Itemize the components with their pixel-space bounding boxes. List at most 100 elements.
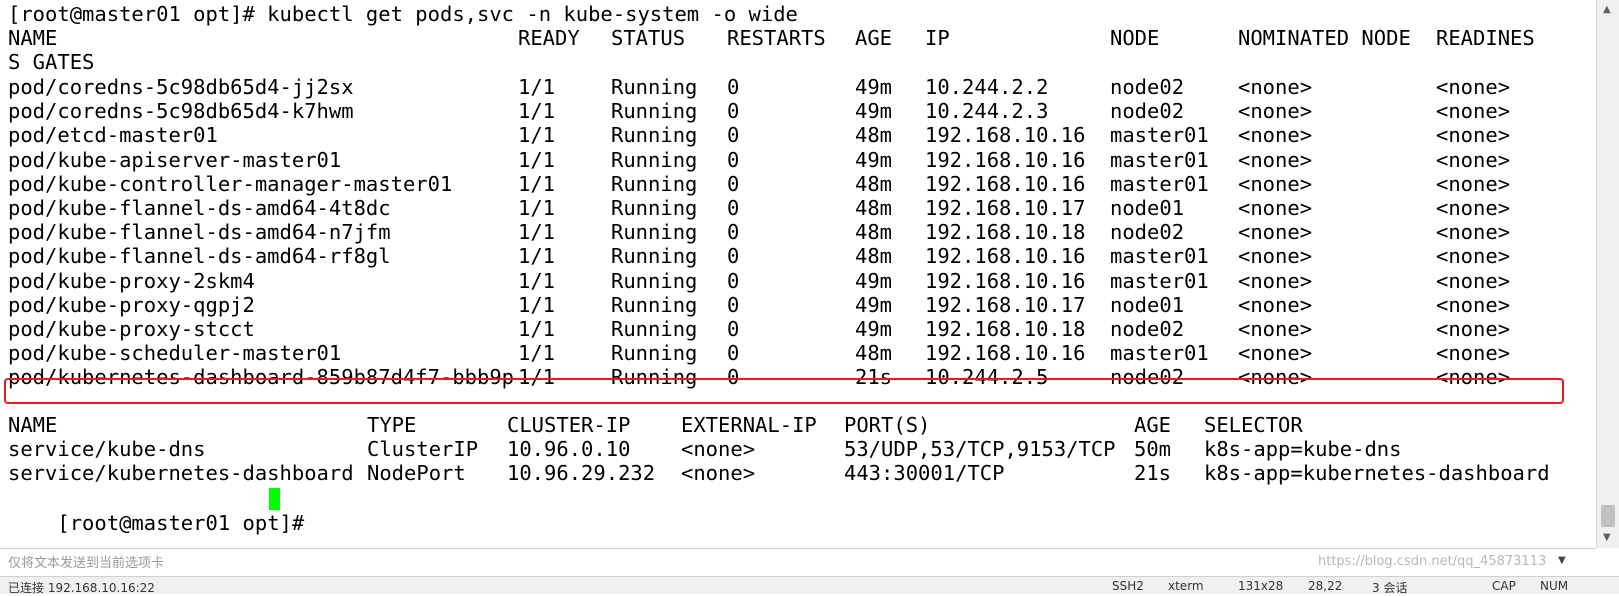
pod-cell: <none> [1238, 268, 1313, 293]
pod-cell: pod/kube-proxy-qgpj2 [8, 292, 255, 317]
pod-header-cell: READY [518, 26, 580, 50]
pod-cell: 1/1 [518, 268, 556, 293]
pod-row: pod/kube-proxy-stcct 1/1 Running 0 49m 192.16… [8, 317, 1588, 342]
pod-cell: 1/1 [518, 75, 556, 99]
service-cell: 53/UDP,53/TCP,9153/TCP [844, 437, 1116, 461]
pod-row: pod/kube-flannel-ds-amd64-n7jfm 1/1 Runnin… [8, 220, 1588, 245]
pod-cell: <none> [1238, 147, 1313, 172]
pod-cell: 192.168.10.16 [925, 123, 1086, 148]
pod-cell: Running [611, 99, 698, 124]
chevron-down-icon[interactable]: ▼ [1558, 555, 1566, 566]
pod-cell: <none> [1436, 123, 1511, 148]
pod-cell: <none> [1436, 292, 1511, 317]
pod-row: pod/kube-apiserver-master01 1/1 Running 0 49… [8, 148, 1588, 173]
pod-cell: 49m [855, 99, 893, 124]
pod-cell: 1/1 [518, 244, 556, 269]
service-header-cell: TYPE [367, 413, 417, 437]
status-bar: 已连接 192.168.10.16:22 SSH2 xterm 131x28 2… [0, 576, 1619, 595]
pod-cell: Running [611, 244, 698, 269]
pod-cell: node02 [1110, 75, 1185, 99]
pod-cell: pod/kube-flannel-ds-amd64-rf8gl [8, 244, 391, 269]
pod-row: pod/kube-scheduler-master01 1/1 Running 0 48… [8, 341, 1588, 366]
pod-cell: node01 [1110, 292, 1185, 317]
pod-header-cell: RESTARTS [727, 26, 826, 50]
pod-header-cell: NAME [8, 26, 58, 50]
arrow-up-icon[interactable]: ▲ [1603, 4, 1611, 15]
pod-cell: <none> [1238, 220, 1313, 245]
pod-cell: <none> [1238, 317, 1313, 341]
pod-cell: <none> [1436, 341, 1511, 366]
service-cell: service/kubernetes-dashboard [8, 461, 354, 485]
pod-cell: 48m [855, 123, 893, 148]
command-line: [root@master01 opt]# kubectl get pods,sv… [8, 2, 798, 26]
caps-lock-indicator: CAP [1492, 579, 1516, 593]
pod-cell: 192.168.10.16 [925, 171, 1086, 196]
pod-cell: master01 [1110, 123, 1209, 148]
service-cell: ClusterIP [367, 437, 479, 461]
service-row: service/kubernetes-dashboard NodePort 10.9… [8, 461, 1588, 486]
pod-cell: node02 [1110, 220, 1185, 245]
final-prompt-line: [root@master01 opt]# [8, 486, 317, 535]
service-header-cell: SELECTOR [1204, 413, 1303, 437]
pod-cell: 10.244.2.3 [925, 99, 1049, 124]
pod-cell: 0 [727, 196, 740, 220]
pod-cell: <none> [1238, 123, 1313, 148]
pod-cell: Running [611, 268, 698, 293]
pod-cell: Running [611, 341, 698, 366]
pod-cell: 48m [855, 220, 893, 245]
pod-cell: 10.244.2.2 [925, 75, 1049, 99]
arrow-down-icon[interactable]: ▼ [1603, 532, 1611, 543]
pod-cell: pod/kube-scheduler-master01 [8, 341, 342, 366]
pod-cell: pod/kube-apiserver-master01 [8, 147, 342, 172]
pod-row: pod/kube-flannel-ds-amd64-rf8gl 1/1 Runnin… [8, 244, 1588, 269]
pod-header-cell: IP [925, 26, 950, 50]
pod-cell: 192.168.10.18 [925, 317, 1086, 341]
pod-cell: 1/1 [518, 317, 556, 341]
pod-cell: Running [611, 292, 698, 317]
pod-cell: 0 [727, 147, 740, 172]
pod-cell: 48m [855, 196, 893, 220]
pod-header-cell: STATUS [611, 26, 686, 50]
pod-cell: master01 [1110, 268, 1209, 293]
shell-prompt: [root@master01 opt]# [57, 511, 317, 535]
scrollbar-thumb[interactable] [1601, 505, 1615, 527]
pod-cell: <none> [1436, 220, 1511, 245]
service-cell: k8s-app=kube-dns [1204, 437, 1402, 461]
pod-cell: 192.168.10.16 [925, 147, 1086, 172]
dashboard-pod-highlight [4, 378, 1564, 404]
pod-row: pod/kube-controller-manager-master01 1/1 R… [8, 172, 1588, 197]
pod-row: pod/kube-proxy-qgpj2 1/1 Running 0 49m 192.16… [8, 293, 1588, 318]
pod-cell: 0 [727, 268, 740, 293]
pod-cell: Running [611, 196, 698, 220]
service-header-cell: PORT(S) [844, 413, 931, 437]
pod-cell: <none> [1238, 196, 1313, 220]
pod-cell: pod/coredns-5c98db65d4-jj2sx [8, 75, 354, 99]
service-table-header: NAME TYPE CLUSTER-IP EXTERNAL-IP PORT(S) AGE S… [8, 413, 1588, 438]
vertical-scrollbar[interactable]: ▲ ▼ [1596, 0, 1619, 548]
service-cell: 21s [1134, 461, 1172, 485]
pod-cell: 49m [855, 268, 893, 293]
pod-cell: <none> [1238, 292, 1313, 317]
terminal-output[interactable]: [root@master01 opt]# kubectl get pods,sv… [0, 0, 1596, 548]
service-header-cell: EXTERNAL-IP [681, 413, 817, 437]
pod-cell: 0 [727, 220, 740, 245]
pod-cell: 192.168.10.16 [925, 268, 1086, 293]
compose-input[interactable] [8, 553, 1548, 573]
pod-cell: 49m [855, 317, 893, 341]
pod-cell: 0 [727, 171, 740, 196]
pod-row: pod/kube-flannel-ds-amd64-4t8dc 1/1 Runnin… [8, 196, 1588, 221]
cursor-position-label: 28,22 [1308, 579, 1343, 593]
pod-cell: node01 [1110, 196, 1185, 220]
pod-cell: <none> [1238, 99, 1313, 124]
pod-cell: 0 [727, 99, 740, 124]
pod-header-cell: READINES [1436, 26, 1535, 50]
pod-cell: 192.168.10.17 [925, 196, 1086, 220]
pod-cell: <none> [1436, 244, 1511, 269]
service-header-cell: CLUSTER-IP [507, 413, 631, 437]
pod-cell: 49m [855, 147, 893, 172]
pod-cell: 1/1 [518, 292, 556, 317]
pod-cell: Running [611, 75, 698, 99]
service-cell: NodePort [367, 461, 466, 485]
service-row: service/kube-dns ClusterIP 10.96.0.10 <none… [8, 437, 1588, 462]
pod-cell: <none> [1238, 341, 1313, 366]
